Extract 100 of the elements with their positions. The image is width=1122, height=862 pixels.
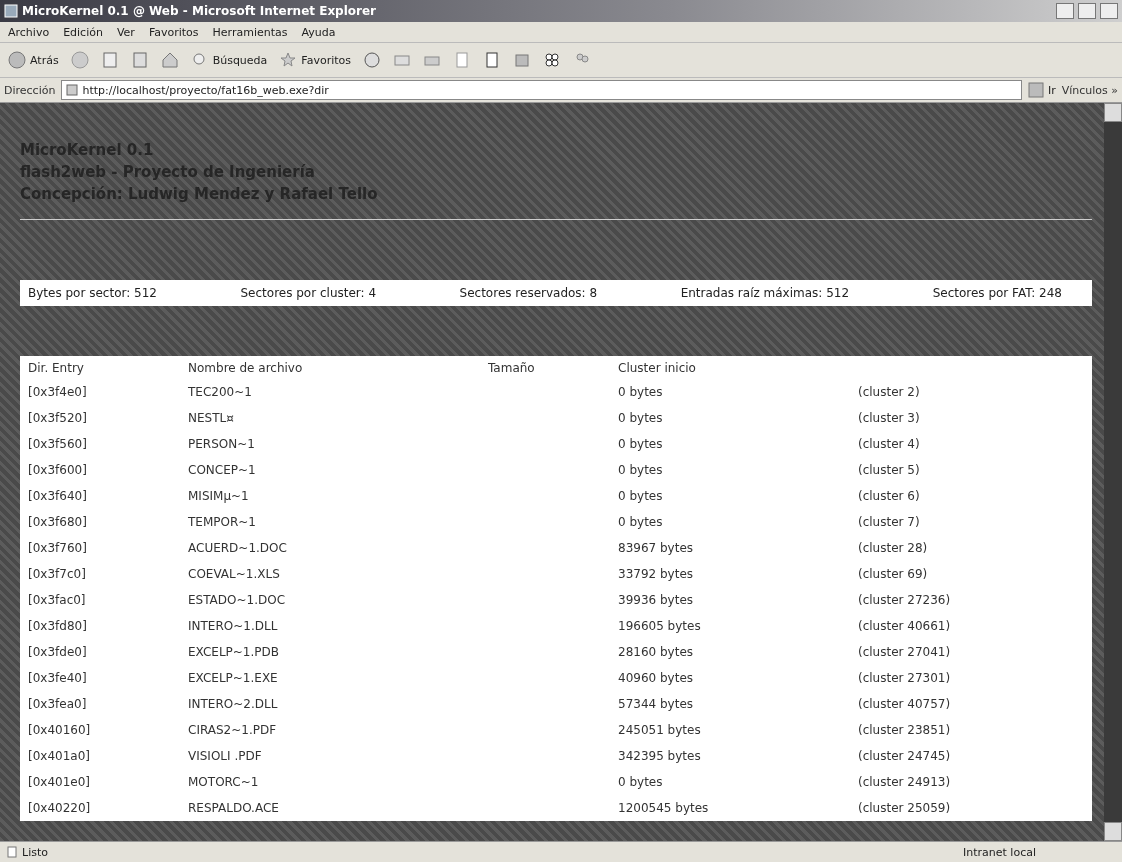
table-cell: [0x3f7c0] [20,561,180,587]
table-cell: [0x40220] [20,795,180,821]
menu-item[interactable]: Herramientas [212,25,288,39]
table-cell: (cluster 6) [850,483,1092,509]
table-cell: (cluster 4) [850,431,1092,457]
table-cell: INTERO~2.DLL [180,691,480,717]
table-cell: 57344 bytes [610,691,850,717]
table-cell: 0 bytes [610,769,850,795]
table-cell: 33792 bytes [610,561,850,587]
table-cell: (cluster 24913) [850,769,1092,795]
maximize-button[interactable] [1078,3,1096,19]
table-cell: 0 bytes [610,509,850,535]
table-cell: 245051 bytes [610,717,850,743]
table-cell: [0x3f600] [20,457,180,483]
column-header: Tamaño [480,356,610,379]
page-icon [66,84,79,96]
table-cell: [0x3fac0] [20,587,180,613]
table-cell: [0x3f560] [20,431,180,457]
menu-item[interactable]: Archivo [8,25,50,39]
window-title: MicroKernel 0.1 @ Web - Microsoft Internet Explorer [22,4,378,18]
info-text: Bytes por sector: 512 [28,286,157,300]
scrollbar[interactable] [1104,103,1122,841]
info-text: Entradas raíz máximas: 512 [680,286,850,300]
zone-text: Intranet local [963,845,1036,859]
table-cell: [0x3fe40] [20,665,180,691]
links-button[interactable]: Vínculos » [1061,83,1118,97]
table-cell: (cluster 40661) [850,613,1092,639]
table-cell: PERSON~1 [180,431,480,457]
info-text: Sectores por cluster: 4 [240,286,377,300]
address-label: Dirección [4,83,56,97]
toolbar-button[interactable]: Búsqueda [190,51,268,69]
table-cell: INTERO~1.DLL [180,613,480,639]
address-field[interactable]: http://localhost/proyecto/fat16b_web.exe?dir [61,80,1022,100]
table-cell: 83967 bytes [610,535,850,561]
table-cell: [0x3f760] [20,535,180,561]
minimize-button[interactable] [1056,3,1074,19]
column-header: Nombre de archivo [180,356,480,379]
table-cell: [0x40160] [20,717,180,743]
flower-icon[interactable] [543,51,561,69]
forward-icon[interactable] [70,51,89,69]
browser-icon [4,4,18,18]
table-cell: 0 bytes [610,483,850,509]
back-icon [8,51,26,69]
table-cell: [0x3f4e0] [20,379,180,405]
table-cell: COEVAL~1.XLS [180,561,480,587]
table-cell: TEC200~1 [180,379,480,405]
menu-item[interactable]: Favoritos [148,25,199,39]
table-cell: (cluster 3) [850,405,1092,431]
table-cell: [0x3f520] [20,405,180,431]
table-cell: [0x3fde0] [20,639,180,665]
table-cell: 39936 bytes [610,587,850,613]
table-cell: 0 bytes [610,379,850,405]
table-cell: (cluster 2) [850,379,1092,405]
table-cell: (cluster 27301) [850,665,1092,691]
table-cell: [0x3fd80] [20,613,180,639]
table-cell: (cluster 27041) [850,639,1092,665]
page-icon[interactable] [453,51,471,69]
scroll-up-button[interactable] [1104,103,1122,122]
page-icon [6,846,18,858]
table-cell: TEMPOR~1 [180,509,480,535]
toolbar-button[interactable]: Favoritos [279,51,351,69]
table-cell: ESTADO~1.DOC [180,587,480,613]
star-icon [279,51,298,69]
info-text: Sectores reservados: 8 [459,286,598,300]
table-cell: (cluster 28) [850,535,1092,561]
table-cell: CIRAS2~1.PDF [180,717,480,743]
table-cell: MISIMµ~1 [180,483,480,509]
table-cell: 40960 bytes [610,665,850,691]
table-cell: [0x3fea0] [20,691,180,717]
table-cell: (cluster 7) [850,509,1092,535]
menu-item[interactable]: Ayuda [301,25,336,39]
scroll-down-button[interactable] [1104,822,1122,841]
home-icon[interactable] [160,51,179,69]
table-cell: (cluster 40757) [850,691,1092,717]
table-cell: MOTORC~1 [180,769,480,795]
table-cell: 0 bytes [610,431,850,457]
menu-item[interactable]: Edición [63,25,103,39]
table-cell: 28160 bytes [610,639,850,665]
table-cell: EXCELP~1.EXE [180,665,480,691]
table-cell: [0x3f640] [20,483,180,509]
table-cell: CONCEP~1 [180,457,480,483]
table-cell: (cluster 5) [850,457,1092,483]
table-cell: VISIOLI .PDF [180,743,480,769]
table-cell: [0x3f680] [20,509,180,535]
column-header: Dir. Entry [20,356,180,379]
table-cell: 0 bytes [610,457,850,483]
table-cell: (cluster 27236) [850,587,1092,613]
table-cell: 196605 bytes [610,613,850,639]
table-cell: 1200545 bytes [610,795,850,821]
info-text: Sectores por FAT: 248 [932,286,1062,300]
table-cell: EXCELP~1.PDB [180,639,480,665]
table-cell: ACUERD~1.DOC [180,535,480,561]
table-cell: [0x401e0] [20,769,180,795]
close-button[interactable] [1100,3,1118,19]
toolbar-button[interactable]: Atrás [8,51,59,69]
column-header: Cluster inicio [610,356,850,379]
table-cell: (cluster 23851) [850,717,1092,743]
table-cell: (cluster 69) [850,561,1092,587]
menu-item[interactable]: Ver [116,25,135,39]
page-icon[interactable] [483,51,501,69]
